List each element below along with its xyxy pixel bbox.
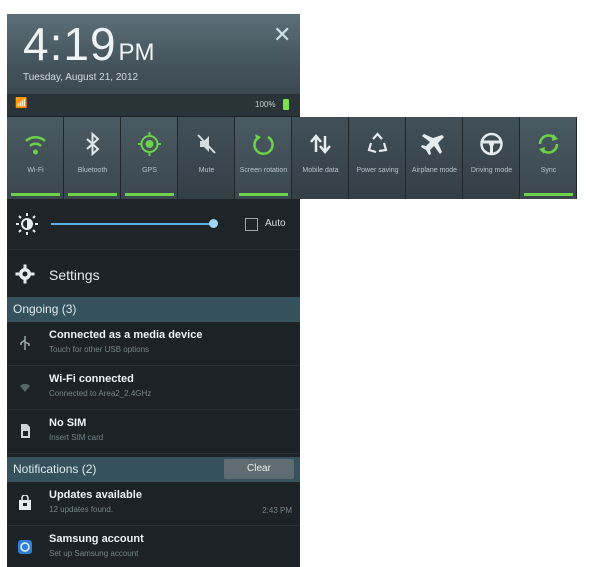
- clock: 4:19PM: [23, 18, 155, 70]
- battery-percent: 100%: [255, 100, 276, 109]
- auto-brightness-checkbox[interactable]: [245, 218, 258, 231]
- usb-icon: [20, 336, 30, 350]
- toggle-label: Power saving: [356, 167, 399, 174]
- notification-subtitle: Connected to Area2_2.4GHz: [49, 389, 152, 398]
- notification-subtitle: Set up Samsung account: [49, 549, 139, 558]
- toggle-driving-mode[interactable]: Driving mode: [463, 117, 520, 199]
- panel-header: 4:19PM Tuesday, August 21, 2012 ✕: [7, 14, 300, 94]
- settings-label: Settings: [49, 267, 100, 283]
- toggle-sync[interactable]: Sync: [520, 117, 577, 199]
- notification-subtitle: 12 updates found.: [49, 505, 114, 514]
- mute-icon: [197, 134, 216, 154]
- ongoing-header: Ongoing (3): [7, 297, 300, 322]
- mobile-data-icon: [310, 134, 331, 154]
- toggle-label: Driving mode: [470, 167, 513, 174]
- signal-icon: 📶: [15, 98, 28, 109]
- list-item[interactable]: Updates available 12 updates found. 2:43…: [7, 482, 300, 526]
- settings-row[interactable]: Settings: [7, 249, 300, 298]
- toggle-label: Mute: [198, 167, 215, 174]
- battery-icon: [283, 99, 289, 110]
- airplane-icon: [421, 134, 444, 155]
- toggle-on-indicator: [11, 193, 60, 196]
- brightness-slider[interactable]: [51, 223, 215, 225]
- auto-brightness-label: Auto: [265, 218, 286, 229]
- toggle-power-saving[interactable]: Power saving: [349, 117, 406, 199]
- sim-icon: [21, 424, 30, 438]
- notification-title: Samsung account: [49, 533, 144, 545]
- toggle-airplane-mode[interactable]: Airplane mode: [406, 117, 463, 199]
- wifi-icon: [25, 136, 46, 155]
- notification-panel: 4:19PM Tuesday, August 21, 2012 ✕ 📶 100%…: [7, 14, 300, 567]
- notification-time: 2:43 PM: [262, 506, 292, 515]
- wifi-icon: [20, 383, 30, 392]
- bluetooth-icon: [86, 131, 100, 157]
- brightness-slider-thumb[interactable]: [209, 219, 218, 228]
- steering-wheel-icon: [480, 132, 503, 156]
- toggle-on-indicator: [239, 193, 288, 196]
- list-item[interactable]: Connected as a media device Touch for ot…: [7, 322, 300, 366]
- notification-subtitle: Insert SIM card: [49, 433, 104, 442]
- brightness-row: Auto: [7, 199, 300, 249]
- notification-title: Connected as a media device: [49, 329, 203, 341]
- quick-settings-toggles: Wi-Fi Bluetooth GPS Mute Screen rotation…: [7, 117, 590, 199]
- toggle-on-indicator: [68, 193, 117, 196]
- notification-title: Updates available: [49, 489, 142, 501]
- close-icon[interactable]: ✕: [273, 24, 291, 46]
- notifications-header: Notifications (2) Clear: [7, 457, 300, 482]
- rotation-icon: [253, 134, 274, 155]
- toggle-label: Sync: [540, 167, 557, 174]
- toggle-on-indicator: [524, 193, 573, 196]
- toggle-on-indicator: [125, 193, 174, 196]
- status-bar: 📶 100%: [7, 94, 300, 116]
- samsung-account-icon: [18, 540, 32, 554]
- power-saving-icon: [367, 132, 388, 154]
- toggle-label: Bluetooth: [77, 167, 108, 174]
- gps-icon: [138, 132, 161, 156]
- toggle-wifi[interactable]: Wi-Fi: [7, 117, 64, 199]
- toggle-label: Airplane mode: [411, 167, 458, 174]
- clear-button[interactable]: Clear: [224, 459, 294, 479]
- toggle-gps[interactable]: GPS: [121, 117, 178, 199]
- toggle-label: Wi-Fi: [27, 167, 44, 174]
- list-item[interactable]: Wi-Fi connected Connected to Area2_2.4GH…: [7, 366, 300, 410]
- list-item[interactable]: No SIM Insert SIM card: [7, 410, 300, 454]
- toggle-label: Screen rotation: [239, 167, 288, 174]
- shopping-bag-icon: [19, 495, 31, 510]
- toggle-label: Mobile data: [302, 167, 339, 174]
- list-item[interactable]: Samsung account Set up Samsung account: [7, 526, 300, 567]
- notification-title: Wi-Fi connected: [49, 373, 134, 385]
- date-label: Tuesday, August 21, 2012: [23, 72, 139, 83]
- notifications-title: Notifications (2): [13, 462, 97, 476]
- notification-subtitle: Touch for other USB options: [49, 345, 150, 354]
- toggle-mute[interactable]: Mute: [178, 117, 235, 199]
- gear-icon: [15, 264, 35, 284]
- ongoing-title: Ongoing (3): [13, 302, 77, 316]
- toggle-bluetooth[interactable]: Bluetooth: [64, 117, 121, 199]
- toggle-screen-rotation[interactable]: Screen rotation: [235, 117, 292, 199]
- brightness-icon: [16, 213, 38, 235]
- toggle-label: GPS: [142, 167, 157, 174]
- toggle-mobile-data[interactable]: Mobile data: [292, 117, 349, 199]
- notification-title: No SIM: [49, 417, 87, 429]
- sync-icon: [538, 134, 559, 154]
